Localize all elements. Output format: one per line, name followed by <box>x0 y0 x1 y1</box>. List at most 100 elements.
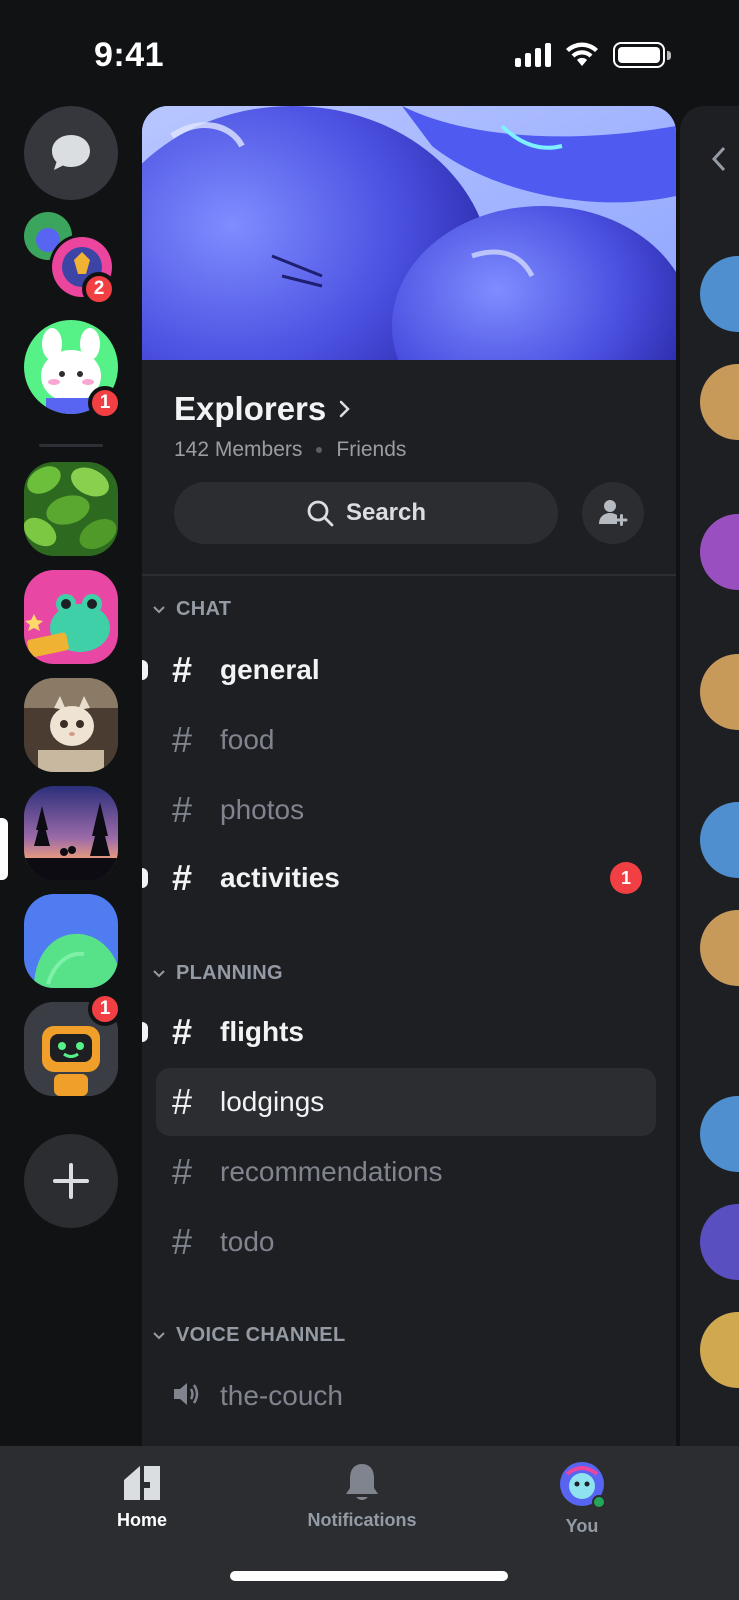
member-avatar <box>700 514 739 590</box>
channel-recommendations[interactable]: # recommendations <box>156 1138 656 1206</box>
chevron-down-icon <box>153 605 165 613</box>
server-header[interactable]: Explorers <box>174 390 352 428</box>
blob-server[interactable] <box>24 894 118 988</box>
sunset-image <box>24 786 118 880</box>
wifi-icon <box>566 42 598 66</box>
frog-server[interactable] <box>24 570 118 664</box>
panel-divider <box>142 574 676 576</box>
channel-label: activities <box>220 862 340 893</box>
server-meta: 142 Members Friends <box>174 438 406 462</box>
hashtag-icon: # <box>172 1081 193 1122</box>
unread-badge: 2 <box>82 272 116 306</box>
nav-label: Home <box>116 1510 167 1530</box>
category-planning[interactable]: PLANNING <box>152 962 283 985</box>
invite-member-button[interactable] <box>582 482 644 544</box>
channel-label: flights <box>220 1016 304 1047</box>
unread-indicator <box>142 1022 148 1042</box>
category-label: PLANNING <box>176 962 283 984</box>
kitten-server[interactable] <box>24 678 118 772</box>
leaf-server[interactable] <box>24 462 118 556</box>
member-avatar <box>700 256 739 332</box>
banner-image <box>142 106 676 360</box>
blob-image <box>34 933 118 988</box>
add-server-button[interactable] <box>24 1134 118 1228</box>
status-icons <box>515 42 671 68</box>
chevron-down-icon <box>153 969 165 977</box>
member-avatar <box>700 910 739 986</box>
back-arrow-icon <box>711 146 726 172</box>
unread-badge: 1 <box>88 992 122 1026</box>
home-indicator <box>230 1571 508 1581</box>
chat-bubble-icon <box>52 135 90 170</box>
nav-you[interactable]: You <box>492 1460 672 1537</box>
home-icon <box>124 1466 160 1500</box>
member-avatar <box>700 1312 739 1388</box>
channel-activities[interactable]: # activities 1 <box>142 844 656 912</box>
server-name: Explorers <box>174 390 327 427</box>
channel-general[interactable]: # general <box>142 636 656 704</box>
nav-label: You <box>565 1516 599 1536</box>
selected-server-indicator <box>0 818 8 880</box>
voice-channel-the-couch[interactable]: the-couch <box>156 1362 656 1430</box>
server-tag: Friends <box>336 438 407 461</box>
nav-label: Notifications <box>307 1510 417 1530</box>
channel-lodgings[interactable]: # lodgings <box>156 1068 656 1136</box>
channel-photos[interactable]: # photos <box>156 776 656 844</box>
member-avatar <box>700 1096 739 1172</box>
channel-food[interactable]: # food <box>156 706 656 774</box>
search-icon <box>307 500 334 527</box>
channel-label: todo <box>220 1226 275 1257</box>
unread-badge: 1 <box>88 386 122 420</box>
hashtag-icon: # <box>172 789 193 830</box>
chevron-down-icon <box>153 1331 165 1339</box>
frog-image <box>25 594 110 658</box>
speaker-icon <box>172 1375 220 1417</box>
channel-todo[interactable]: # todo <box>156 1208 656 1276</box>
hashtag-icon: # <box>172 1221 193 1262</box>
plus-icon <box>53 1163 89 1199</box>
member-count: 142 Members <box>174 438 303 461</box>
chevron-right-icon <box>340 400 351 418</box>
category-voice[interactable]: VOICE CHANNEL <box>152 1324 345 1347</box>
hashtag-icon: # <box>172 649 193 690</box>
rail-divider <box>39 444 103 447</box>
leaf-image <box>24 466 117 550</box>
server-banner <box>142 106 676 360</box>
add-person-icon <box>599 500 628 526</box>
channel-label: general <box>220 654 320 685</box>
direct-messages-button[interactable] <box>24 106 118 200</box>
category-chat[interactable]: CHAT <box>152 598 231 621</box>
category-label: CHAT <box>176 598 232 620</box>
server-rail: 2 1 1 <box>0 100 140 1450</box>
user-avatar-icon <box>560 1462 606 1509</box>
unread-indicator <box>142 660 148 680</box>
hashtag-icon: # <box>172 1151 193 1192</box>
member-list-peek[interactable] <box>680 106 739 1446</box>
group-dm-server[interactable]: 2 <box>22 210 122 310</box>
mention-badge: 1 <box>610 862 642 894</box>
hashtag-icon: # <box>172 719 193 760</box>
channel-label: the-couch <box>220 1380 343 1411</box>
sunset-server[interactable] <box>24 786 118 880</box>
channel-panel: Explorers 142 Members Friends Search CHA… <box>142 106 676 1446</box>
member-avatar <box>700 364 739 440</box>
hashtag-icon: # <box>172 1011 193 1052</box>
channel-label: food <box>220 724 275 755</box>
screen: 9:41 2 1 1 Explorers 142 Members Friends… <box>0 0 739 1600</box>
search-label: Search <box>345 499 427 526</box>
battery-icon <box>613 42 671 68</box>
unread-indicator <box>142 868 148 888</box>
status-bar: 9:41 <box>0 0 739 100</box>
category-label: VOICE CHANNEL <box>176 1324 346 1346</box>
channel-flights[interactable]: # flights <box>142 998 656 1066</box>
search-button[interactable]: Search <box>174 482 558 544</box>
member-avatar <box>700 802 739 878</box>
kitten-image <box>24 678 118 772</box>
hashtag-icon: # <box>172 857 193 898</box>
channel-label: recommendations <box>220 1156 443 1187</box>
channel-label: photos <box>220 794 305 825</box>
nav-home[interactable]: Home <box>52 1460 232 1531</box>
nav-notifications[interactable]: Notifications <box>272 1460 452 1531</box>
separator-dot <box>316 447 323 453</box>
member-avatar <box>700 1204 739 1280</box>
